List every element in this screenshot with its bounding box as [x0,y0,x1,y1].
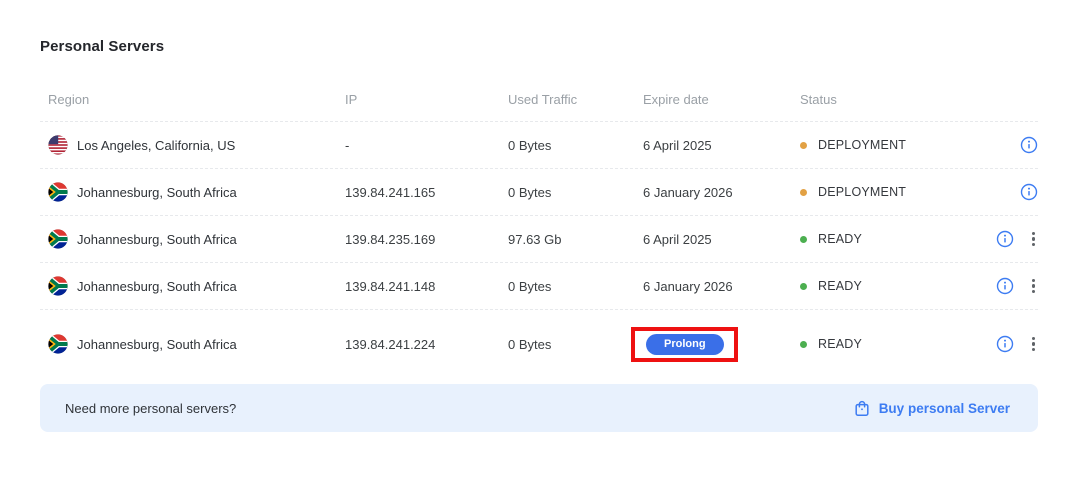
status-cell: READY [800,337,960,351]
kebab-menu-icon[interactable] [1029,335,1038,354]
region-label: Johannesburg, South Africa [77,185,237,200]
region-label: Johannesburg, South Africa [77,279,237,294]
column-header-traffic: Used Traffic [508,92,643,107]
status-label: READY [818,337,862,351]
buy-personal-server-link[interactable]: Buy personal Server [854,400,1010,417]
status-dot [800,236,807,243]
region-label: Johannesburg, South Africa [77,337,237,352]
status-label: DEPLOYMENT [818,185,906,199]
status-cell: DEPLOYMENT [800,138,960,152]
status-label: READY [818,232,862,246]
status-label: DEPLOYMENT [818,138,906,152]
status-label: READY [818,279,862,293]
expire-cell: 6 January 2026 [643,279,800,294]
region-cell: Johannesburg, South Africa [40,334,345,354]
info-circle-icon[interactable] [996,277,1014,295]
status-dot [800,283,807,290]
region-cell: Los Angeles, California, US [40,135,345,155]
ip-value: - [345,138,508,153]
info-circle-icon[interactable] [1020,183,1038,201]
page-title: Personal Servers [40,38,1038,55]
column-header-ip: IP [345,92,508,107]
table-row: Johannesburg, South Africa 139.84.241.14… [40,263,1038,310]
table-header: Region IP Used Traffic Expire date Statu… [40,78,1038,122]
south-africa-flag-icon [48,229,68,249]
expire-value: 6 April 2025 [643,138,712,153]
expire-cell: 6 April 2025 [643,138,800,153]
kebab-menu-icon[interactable] [1029,277,1038,296]
info-circle-icon[interactable] [996,230,1014,248]
status-dot [800,341,807,348]
traffic-value: 97.63 Gb [508,232,643,247]
shopping-bag-icon [854,400,870,417]
table-row: Johannesburg, South Africa 139.84.241.16… [40,169,1038,216]
ip-value: 139.84.241.148 [345,279,508,294]
traffic-value: 0 Bytes [508,279,643,294]
status-dot [800,142,807,149]
us-flag-icon [48,135,68,155]
info-circle-icon[interactable] [996,335,1014,353]
status-cell: READY [800,279,960,293]
status-cell: READY [800,232,960,246]
status-dot [800,189,807,196]
column-header-region: Region [40,92,345,107]
expire-value: 6 April 2025 [643,232,712,247]
prolong-button-label: Prolong [664,338,706,350]
expire-cell: 6 April 2025 [643,232,800,247]
row-actions [960,183,1038,201]
table-body: Los Angeles, California, US - 0 Bytes 6 … [40,122,1038,378]
kebab-menu-icon[interactable] [1029,230,1038,249]
expire-cell: 6 January 2026 [643,185,800,200]
column-header-status: Status [800,92,960,107]
status-cell: DEPLOYMENT [800,185,960,199]
expire-value: 6 January 2026 [643,279,733,294]
row-actions [960,335,1038,354]
row-actions [960,277,1038,296]
south-africa-flag-icon [48,182,68,202]
traffic-value: 0 Bytes [508,337,643,352]
region-label: Johannesburg, South Africa [77,232,237,247]
table-row: Johannesburg, South Africa 139.84.235.16… [40,216,1038,263]
personal-servers-panel: Personal Servers Region IP Used Traffic … [0,38,1078,432]
info-circle-icon[interactable] [1020,136,1038,154]
annotation-highlight: Prolong [631,327,738,362]
region-cell: Johannesburg, South Africa [40,229,345,249]
traffic-value: 0 Bytes [508,185,643,200]
expire-value: 6 January 2026 [643,185,733,200]
region-cell: Johannesburg, South Africa [40,182,345,202]
ip-value: 139.84.235.169 [345,232,508,247]
ip-value: 139.84.241.165 [345,185,508,200]
table-row: Johannesburg, South Africa 139.84.241.22… [40,310,1038,378]
row-actions [960,230,1038,249]
region-label: Los Angeles, California, US [77,138,235,153]
row-actions [960,136,1038,154]
south-africa-flag-icon [48,334,68,354]
buy-more-banner: Need more personal servers? Buy personal… [40,384,1038,432]
ip-value: 139.84.241.224 [345,337,508,352]
need-more-servers-text: Need more personal servers? [65,401,236,416]
table-row: Los Angeles, California, US - 0 Bytes 6 … [40,122,1038,169]
south-africa-flag-icon [48,276,68,296]
expire-cell: Prolong [643,327,800,362]
prolong-button[interactable]: Prolong [646,334,724,355]
traffic-value: 0 Bytes [508,138,643,153]
region-cell: Johannesburg, South Africa [40,276,345,296]
column-header-expire: Expire date [643,92,800,107]
buy-personal-server-label: Buy personal Server [879,401,1010,416]
